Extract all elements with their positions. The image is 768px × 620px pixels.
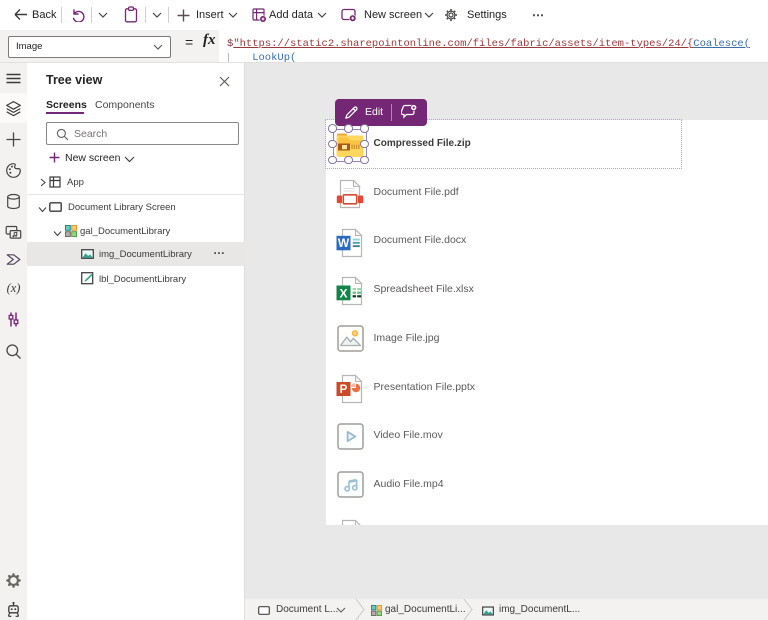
- svg-text:W: W: [338, 236, 350, 250]
- svg-text:P: P: [340, 384, 348, 396]
- svg-text:X: X: [339, 287, 347, 301]
